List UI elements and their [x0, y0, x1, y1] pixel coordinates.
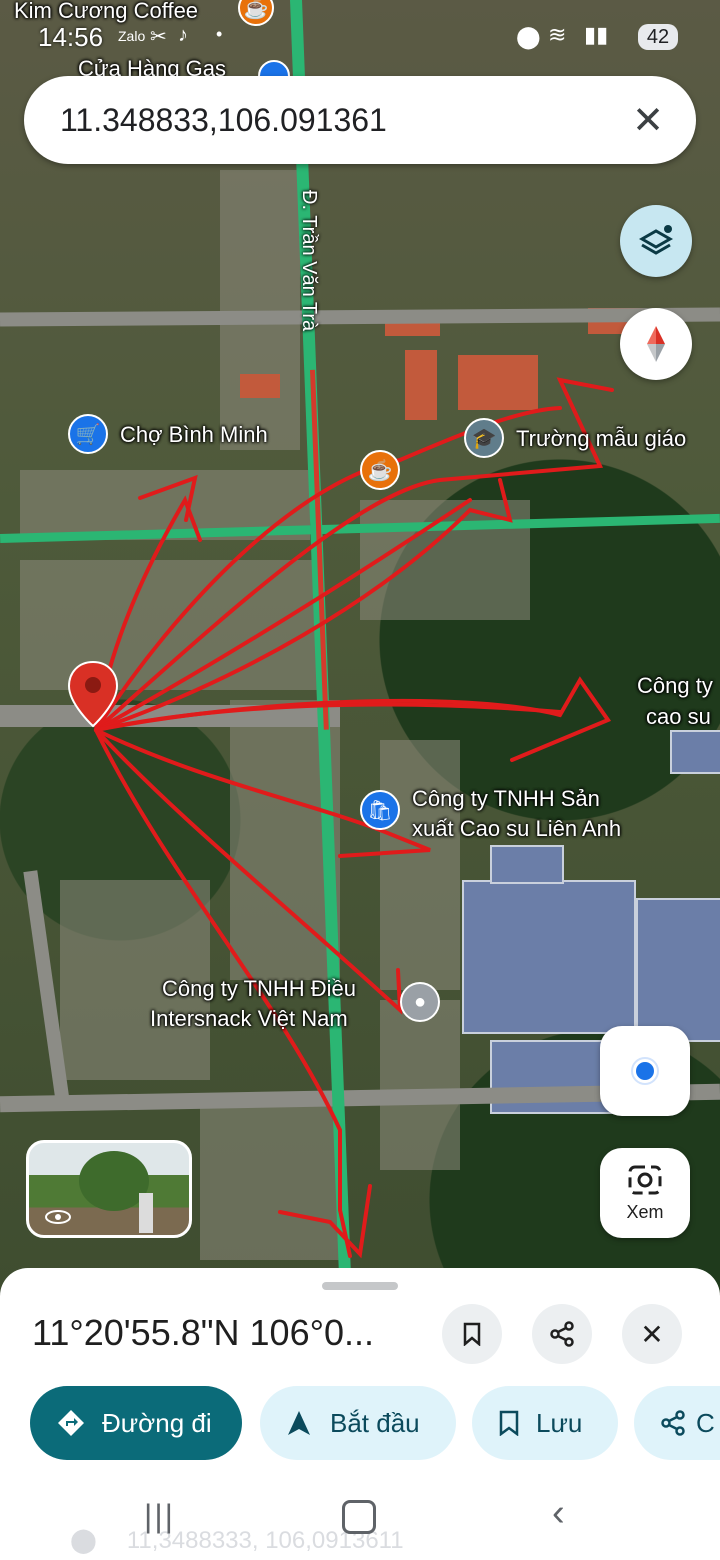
share-icon [550, 1321, 574, 1347]
directions-label: Đường đi [102, 1407, 212, 1438]
layers-button[interactable] [620, 205, 692, 277]
start-label: Bắt đầu [330, 1407, 420, 1438]
location-status-icon: ⬤ [516, 24, 541, 49]
sheet-drag-handle[interactable] [322, 1282, 398, 1290]
dropped-pin-icon[interactable] [66, 660, 120, 730]
recent-apps-button[interactable]: ||| [144, 1498, 175, 1535]
school-marker-icon[interactable]: 🎓 [464, 418, 504, 458]
place-label-truong-mau-giao[interactable]: Trường mẫu giáo [516, 426, 686, 452]
place-label-partial-line2[interactable]: cao su [646, 704, 711, 730]
navigation-arrow-icon [288, 1411, 310, 1435]
back-button[interactable]: ‹ [552, 1492, 565, 1535]
share-chip-label: C [696, 1407, 715, 1438]
place-label-intersnack-line2[interactable]: Intersnack Việt Nam [150, 1006, 348, 1032]
shopping-marker-icon[interactable]: 🛍 [360, 790, 400, 830]
status-bar: Kim Cương Coffee ☕ Cửa Hàng Gas 14:56 Za… [0, 0, 720, 92]
save-button[interactable]: Lưu [472, 1386, 618, 1460]
bookmark-icon [463, 1322, 481, 1346]
camera-label: Xem [626, 1201, 664, 1222]
capcut-icon: ✂ [150, 26, 167, 48]
place-label-lien-anh-line2[interactable]: xuất Cao su Liên Anh [412, 816, 621, 842]
map-view[interactable]: Đ. Trần Văn Trà 🛒 Chợ Bình Minh 🎓 Trường… [0, 0, 720, 1290]
close-icon: ✕ [640, 1318, 664, 1350]
location-marker-icon[interactable]: ● [400, 982, 440, 1022]
system-nav-bar: ||| ‹ [0, 1488, 720, 1560]
wifi-icon: ≋ [548, 22, 567, 47]
bookmark-icon [499, 1410, 519, 1436]
search-bar[interactable]: 11.348833,106.091361 ✕ [24, 76, 696, 164]
place-title: 11°20'55.8"N 106°0... [32, 1312, 375, 1353]
directions-icon [58, 1410, 84, 1436]
directions-button[interactable]: Đường đi [30, 1386, 242, 1460]
place-label-partial-line1[interactable]: Công ty [637, 673, 713, 699]
place-label-cho-binh-minh[interactable]: Chợ Bình Minh [120, 422, 268, 448]
camera-search-icon [628, 1165, 662, 1194]
compass-button[interactable] [620, 308, 692, 380]
street-label: Đ. Trần Văn Trà [298, 190, 320, 332]
status-time: 14:56 [38, 22, 104, 52]
coffee-marker-icon: ☕ [238, 0, 274, 26]
close-sheet-button[interactable]: ✕ [622, 1304, 682, 1364]
street-view-thumbnail[interactable] [26, 1140, 192, 1238]
share-icon [661, 1410, 685, 1436]
camera-search-button[interactable]: Xem [600, 1148, 690, 1238]
save-bookmark-button[interactable] [442, 1304, 502, 1364]
my-location-icon [631, 1057, 659, 1085]
search-input[interactable]: 11.348833,106.091361 [60, 102, 618, 139]
home-button[interactable] [342, 1500, 376, 1534]
dot-icon: • [216, 24, 223, 44]
place-label-lien-anh-line1[interactable]: Công ty TNHH Sản [412, 786, 600, 812]
shop-marker-icon[interactable]: 🛒 [68, 414, 108, 454]
start-button[interactable]: Bắt đầu [260, 1386, 456, 1460]
save-label: Lưu [536, 1407, 583, 1438]
rotate-360-icon [45, 1210, 71, 1224]
tiktok-icon: ♪ [178, 24, 188, 46]
battery-indicator: 42 [638, 24, 678, 50]
signal-icon: ▮▮ [584, 22, 609, 47]
map-label-kim-cuong-coffee: Kim Cương Coffee [14, 0, 199, 23]
place-label-intersnack-line1[interactable]: Công ty TNHH Điều [162, 976, 356, 1002]
compass-icon [647, 326, 665, 362]
zalo-icon: Zalo [118, 28, 146, 44]
share-chip-button[interactable]: C [634, 1386, 720, 1460]
my-location-button[interactable] [600, 1026, 690, 1116]
clear-search-icon[interactable]: ✕ [618, 98, 678, 143]
share-button[interactable] [532, 1304, 592, 1364]
cafe-marker-icon[interactable]: ☕ [360, 450, 400, 490]
layers-icon [638, 225, 674, 255]
